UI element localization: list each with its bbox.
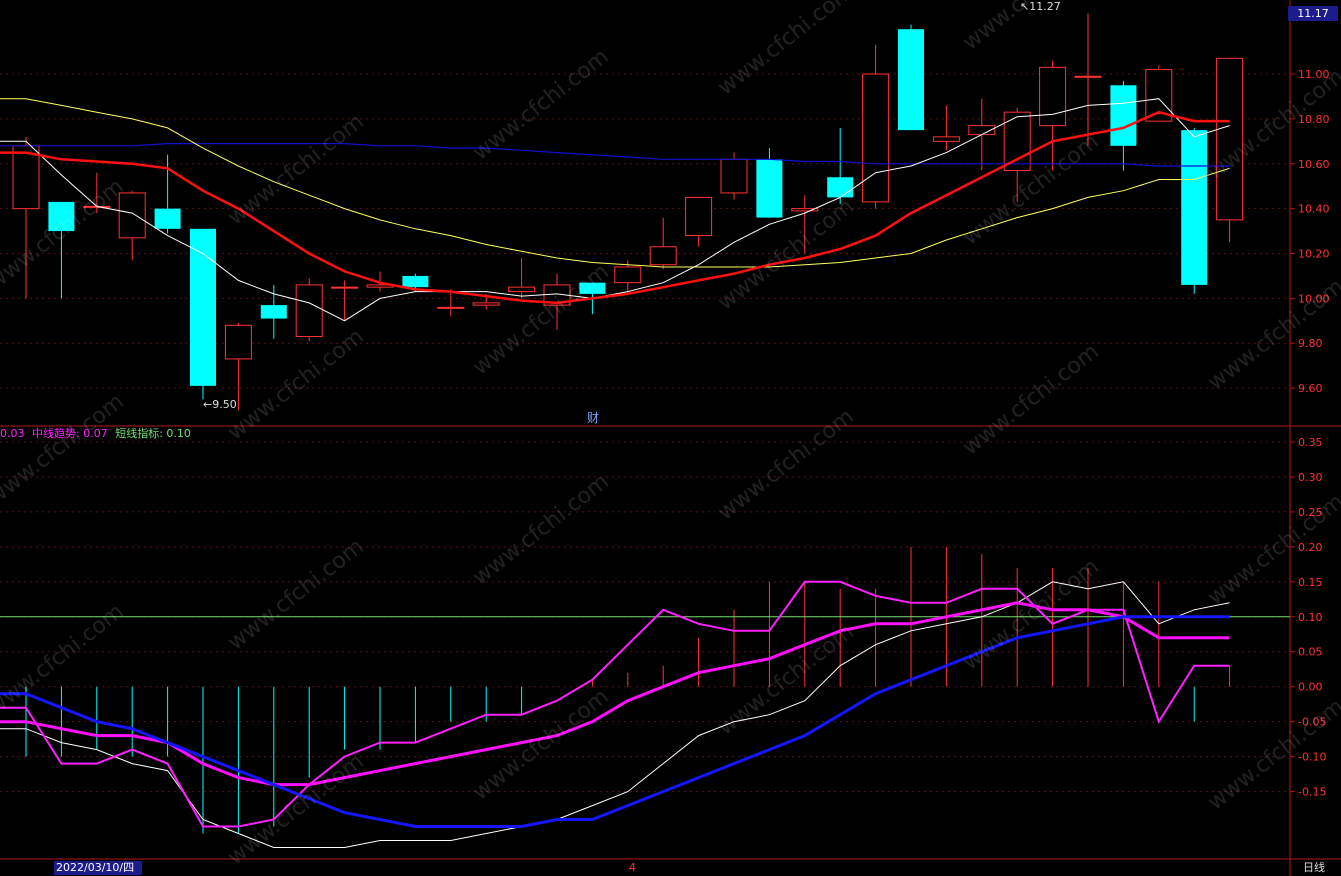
legend-short-indicator: 短线指标: 0.10 xyxy=(115,427,191,440)
candle-body xyxy=(190,228,216,386)
candlestick-layer xyxy=(12,13,1244,411)
indicator-legend: 0.03 中线趋势: 0.07 短线指标: 0.10 xyxy=(0,427,195,441)
indicator-tick-label: 0.05 xyxy=(1298,646,1323,659)
candle-body xyxy=(437,306,465,309)
legend-value-1: 0.03 xyxy=(0,427,25,440)
watermark-layer: www.cfchi.com www.cfchi.com www.cfchi.com w… xyxy=(0,0,1341,871)
candle-body xyxy=(154,208,181,229)
price-tick-label: 9.80 xyxy=(1298,337,1323,350)
watermark-text: www.cfchi.com xyxy=(468,259,613,380)
candle-body xyxy=(508,286,536,293)
watermark-text: www.cfchi.com xyxy=(223,749,368,870)
candle-body xyxy=(260,305,287,319)
legend-mid-trend: 中线趋势: 0.07 xyxy=(32,427,108,440)
indicator-lines xyxy=(0,580,1230,848)
grid-layer xyxy=(0,0,1341,876)
price-tick-label: 10.40 xyxy=(1298,203,1330,216)
watermark-text: www.cfchi.com xyxy=(468,684,613,805)
candle-body xyxy=(1110,85,1137,146)
low-price-marker: ←9.50 xyxy=(203,398,237,411)
watermark-text: www.cfchi.com xyxy=(468,44,613,165)
crosshair-date-label: 2022/03/10/四 xyxy=(54,861,142,875)
indicator-line-white xyxy=(0,581,1230,848)
candle-body xyxy=(898,29,924,131)
month-marker: 4 xyxy=(629,861,636,874)
candle-body xyxy=(720,158,748,194)
watermark-text: www.cfchi.com xyxy=(713,194,858,315)
candle-body xyxy=(1074,75,1102,78)
indicator-tick-label: -0.15 xyxy=(1298,786,1326,799)
candle-body xyxy=(827,177,854,198)
candle-body xyxy=(331,286,359,289)
indicator-bars xyxy=(0,546,1290,834)
watermark-text: www.cfchi.com xyxy=(468,469,613,590)
candle-body xyxy=(402,275,429,288)
ma5-line xyxy=(0,98,1230,322)
price-tick-label: 9.60 xyxy=(1298,382,1323,395)
watermark-text: www.cfchi.com xyxy=(713,404,858,525)
axis-layer: 11.0010.8010.6010.4010.2010.009.809.600.… xyxy=(1290,68,1330,799)
watermark-text: www.cfchi.com xyxy=(0,599,129,720)
candle-body xyxy=(472,302,500,306)
indicator-line-magenta xyxy=(0,601,1230,787)
candle-body xyxy=(295,284,323,338)
candle-body xyxy=(756,159,783,218)
candle-body xyxy=(1181,130,1208,285)
stock-chart[interactable]: 11.0010.8010.6010.4010.2010.009.809.600.… xyxy=(0,0,1341,876)
last-price-tag: 11.17 xyxy=(1288,6,1338,21)
watermark-text: www.cfchi.com xyxy=(1203,274,1341,395)
candle-body xyxy=(118,192,146,239)
indicator-tick-label: 0.30 xyxy=(1298,471,1323,484)
candle-body xyxy=(685,196,713,237)
indicator-tick-label: 0.10 xyxy=(1298,611,1323,624)
moving-average-layer xyxy=(0,98,1230,322)
candle-body xyxy=(1039,66,1067,127)
candle-body xyxy=(224,324,252,360)
watermark-text: www.cfchi.com xyxy=(713,0,858,101)
candle-body xyxy=(932,136,960,142)
candle-body xyxy=(862,73,890,203)
price-tick-label: 10.20 xyxy=(1298,248,1330,261)
period-button[interactable]: 日线 xyxy=(1303,861,1325,875)
watermark-text: www.cfchi.com xyxy=(223,534,368,655)
indicator-tick-label: 0.00 xyxy=(1298,681,1323,694)
watermark-text: www.cfchi.com xyxy=(958,554,1103,675)
indicator-tick-label: 0.35 xyxy=(1298,436,1323,449)
high-price-marker: ↖11.27 xyxy=(1020,0,1061,13)
candle-body xyxy=(649,246,677,266)
indicator-tick-label: 0.15 xyxy=(1298,576,1323,589)
finance-event-icon[interactable]: 财 xyxy=(587,411,599,425)
candle-body xyxy=(614,266,642,284)
price-tick-label: 10.60 xyxy=(1298,158,1330,171)
watermark-text: www.cfchi.com xyxy=(223,109,368,230)
watermark-text: www.cfchi.com xyxy=(713,619,858,740)
indicator-tick-label: -0.10 xyxy=(1298,751,1326,764)
watermark-text: www.cfchi.com xyxy=(0,389,129,510)
watermark-text: www.cfchi.com xyxy=(958,129,1103,250)
